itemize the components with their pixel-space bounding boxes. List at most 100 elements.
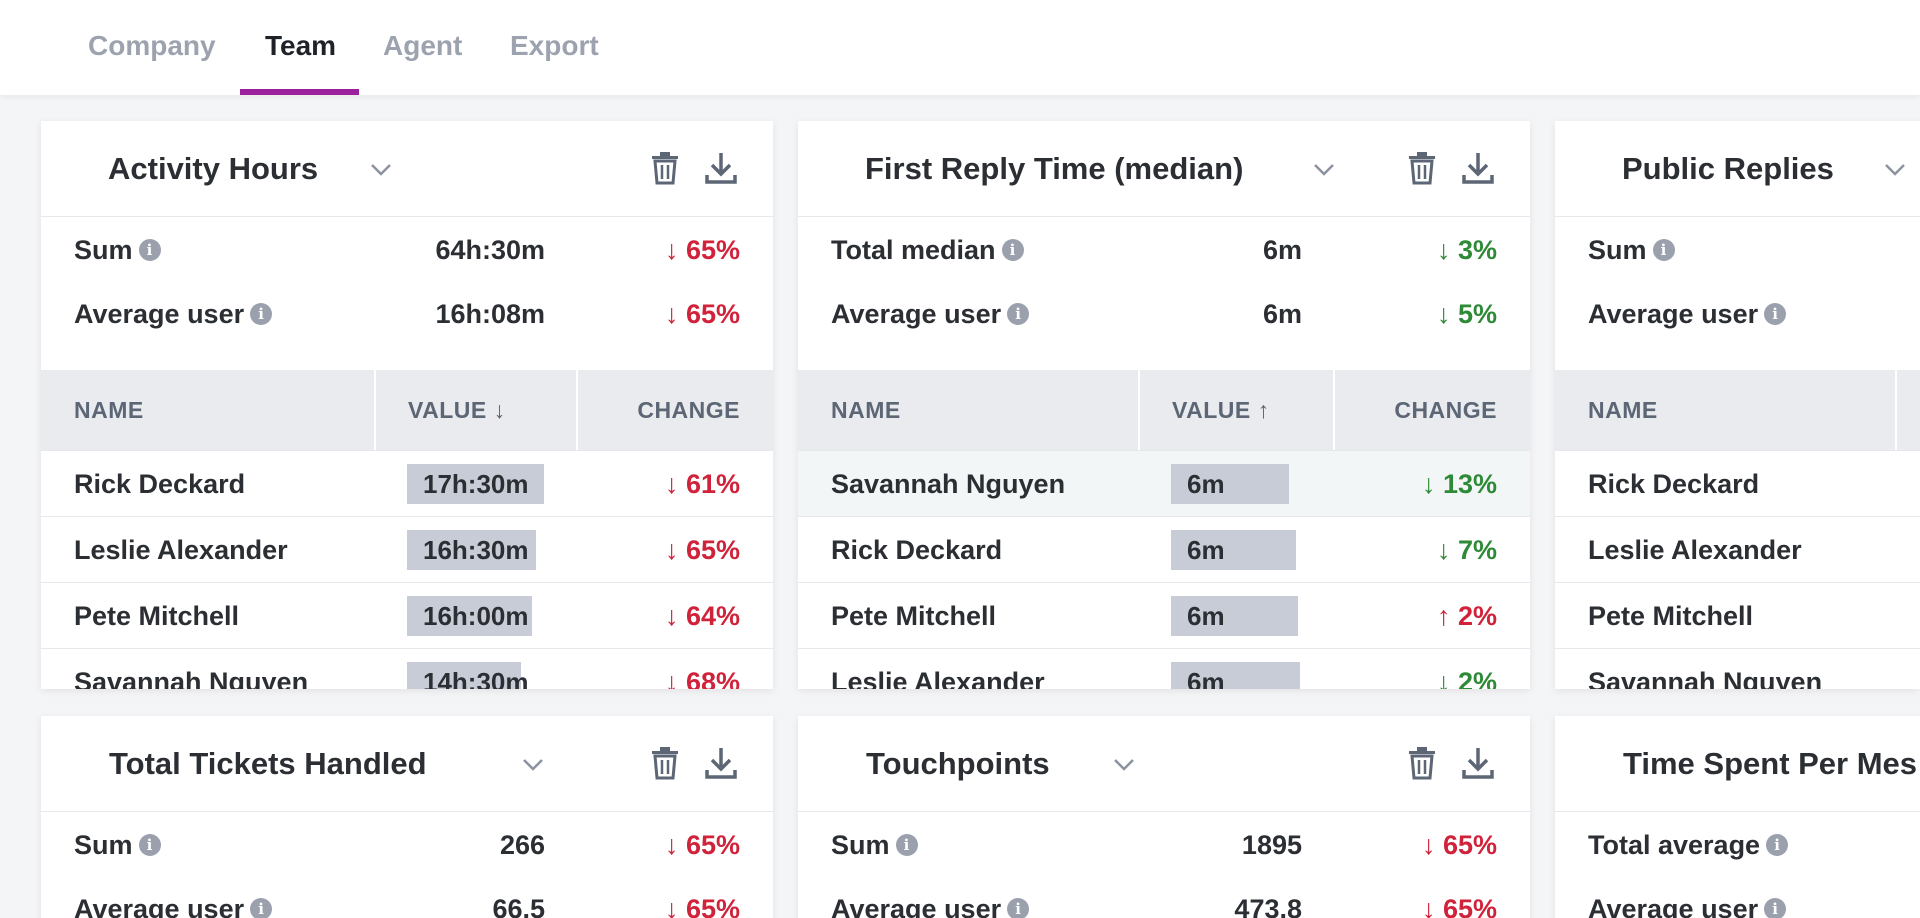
info-icon[interactable]: i [1766, 833, 1789, 856]
card-title: Total Tickets Handled [109, 746, 427, 781]
value-bar: 16h:00m [407, 596, 544, 636]
download-icon[interactable] [1462, 746, 1494, 780]
value-bar: 6m [1171, 464, 1301, 504]
stat-value: 16h:08m [435, 299, 545, 329]
row-change: ↓ 2% [1436, 667, 1497, 689]
row-name: Pete Mitchell [831, 601, 997, 631]
table-row[interactable]: Savannah Nguyen 14h:30m ↓ 68% [41, 648, 773, 689]
column-header-change[interactable]: CHANGE [637, 370, 740, 450]
table-row[interactable]: Rick Deckard 17h:30m ↓ 61% [41, 450, 773, 516]
table-row[interactable]: Pete Mitchell [1555, 582, 1920, 648]
column-header-name[interactable]: NAME [831, 370, 901, 450]
column-header-value[interactable]: VALUE ↓ [408, 370, 506, 450]
info-icon[interactable]: i [250, 302, 273, 325]
info-icon[interactable]: i [1652, 238, 1675, 261]
stat-row-sum: Sum i 64h:30m ↓ 65% [41, 218, 773, 282]
tab-export[interactable]: Export [510, 0, 599, 95]
table-row[interactable]: Pete Mitchell 16h:00m ↓ 64% [41, 582, 773, 648]
column-divider [1333, 370, 1335, 450]
stat-label: Total average [1588, 830, 1761, 860]
card-time-spent-per-message: Time Spent Per Mes Total average i Averag… [1555, 716, 1920, 918]
tab-team[interactable]: Team [265, 0, 336, 95]
table-row[interactable]: Leslie Alexander [1555, 516, 1920, 582]
row-value: 6m [1187, 601, 1225, 631]
table-row[interactable]: Pete Mitchell 6m ↑ 2% [798, 582, 1530, 648]
table-row[interactable]: Leslie Alexander 16h:30m ↓ 65% [41, 516, 773, 582]
stat-change: ↓ 65% [664, 299, 740, 329]
stat-change: ↓ 65% [664, 830, 740, 860]
info-icon[interactable]: i [1764, 302, 1787, 325]
info-icon[interactable]: i [138, 238, 161, 261]
stat-row-average-user: Average user i 16h:08m ↓ 65% [41, 282, 773, 346]
info-icon[interactable]: i [895, 833, 918, 856]
column-divider [1138, 370, 1140, 450]
info-icon[interactable]: i [1764, 897, 1787, 918]
row-value: 6m [1187, 667, 1225, 689]
row-value: 16h:00m [423, 601, 529, 631]
info-icon[interactable]: i [1001, 238, 1024, 261]
card-title: Activity Hours [108, 151, 319, 186]
card-header: Total Tickets Handled [41, 716, 773, 812]
row-name: Rick Deckard [831, 535, 1003, 565]
info-icon[interactable]: i [250, 897, 273, 918]
row-change: ↓ 64% [664, 601, 740, 631]
stat-row-sum: Sum i 266 ↓ 65% [41, 813, 773, 877]
stat-row-average-user: Average user i 473.8 ↓ 65% [798, 877, 1530, 918]
table-row[interactable]: Rick Deckard [1555, 450, 1920, 516]
tab-company[interactable]: Company [88, 0, 216, 95]
row-name: Savannah Nguyen [74, 667, 309, 689]
info-icon[interactable]: i [138, 833, 161, 856]
trash-icon[interactable] [649, 151, 681, 185]
table-row[interactable]: Savannah Nguyen 6m ↓ 13% [798, 450, 1530, 516]
table-header: NAME VALUE ↓ CHANGE [41, 370, 773, 450]
stat-value: 64h:30m [435, 235, 545, 265]
chevron-down-icon[interactable] [1310, 155, 1338, 183]
chevron-down-icon[interactable] [1110, 750, 1138, 778]
chevron-down-icon[interactable] [519, 750, 547, 778]
table-row[interactable]: Rick Deckard 6m ↓ 7% [798, 516, 1530, 582]
info-icon[interactable]: i [1007, 897, 1030, 918]
column-header-change[interactable]: CHANGE [1394, 370, 1497, 450]
stat-value: 66.5 [492, 894, 545, 918]
chevron-down-icon[interactable] [367, 155, 395, 183]
stat-change: ↓ 3% [1436, 235, 1497, 265]
download-icon[interactable] [1462, 151, 1494, 185]
trash-icon[interactable] [1406, 151, 1438, 185]
card-header: Activity Hours [41, 121, 773, 217]
row-value: 14h:30m [423, 667, 529, 689]
row-name: Leslie Alexander [74, 535, 288, 565]
card-title: Time Spent Per Mes [1623, 746, 1918, 781]
stat-label: Average user [831, 894, 1002, 918]
stat-label: Average user [74, 299, 245, 329]
card-activity-hours: Activity Hours Sum i 64h:30m ↓ 65% Averag… [41, 121, 773, 689]
stat-label: Average user [74, 894, 245, 918]
active-tab-indicator [240, 89, 359, 95]
card-title: First Reply Time (median) [865, 151, 1244, 186]
column-header-name[interactable]: NAME [1588, 370, 1658, 450]
table-row[interactable]: Savannah Nguyen [1555, 648, 1920, 689]
chevron-down-icon[interactable] [1881, 155, 1909, 183]
table-row[interactable]: Leslie Alexander 6m ↓ 2% [798, 648, 1530, 689]
download-icon[interactable] [705, 151, 737, 185]
row-name: Rick Deckard [74, 469, 246, 499]
value-bar: 6m [1171, 596, 1301, 636]
row-name: Leslie Alexander [831, 667, 1045, 689]
row-change: ↓ 13% [1421, 469, 1497, 499]
column-header-value[interactable]: VALUE ↑ [1172, 370, 1270, 450]
row-change: ↑ 2% [1436, 601, 1497, 631]
card-header: First Reply Time (median) [798, 121, 1530, 217]
row-value: 6m [1187, 535, 1225, 565]
stat-row-average-user: Average user i 66.5 ↓ 65% [41, 877, 773, 918]
column-header-name[interactable]: NAME [74, 370, 144, 450]
stat-value: 6m [1262, 235, 1302, 265]
trash-icon[interactable] [1406, 746, 1438, 780]
row-name: Leslie Alexander [1588, 535, 1802, 565]
stat-label: Sum [1588, 235, 1647, 265]
info-icon[interactable]: i [1007, 302, 1030, 325]
trash-icon[interactable] [649, 746, 681, 780]
tab-agent[interactable]: Agent [383, 0, 462, 95]
value-bar: 14h:30m [407, 662, 544, 689]
card-header: Time Spent Per Mes [1555, 716, 1920, 812]
stat-row-average-user: Average user i [1555, 282, 1920, 346]
download-icon[interactable] [705, 746, 737, 780]
